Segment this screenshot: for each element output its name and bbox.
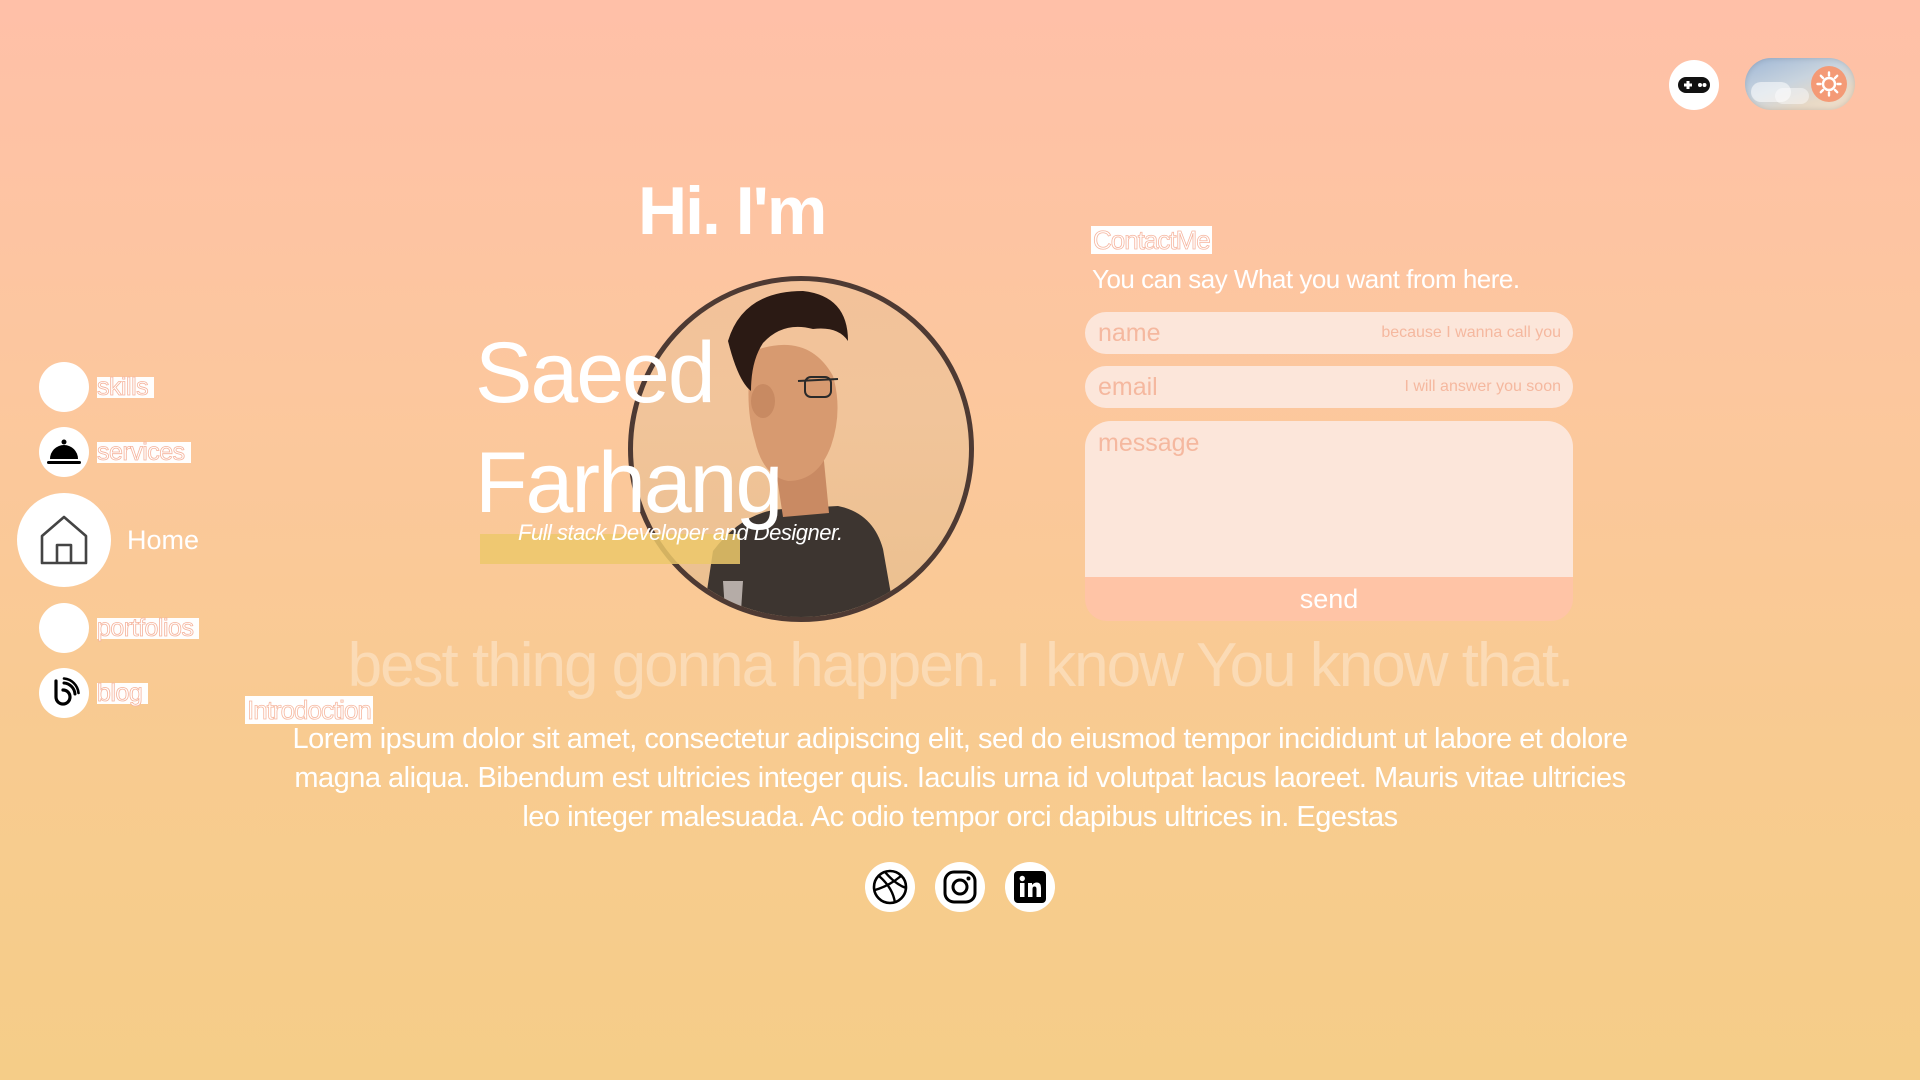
slogan: best thing gonna happen. I know You know… [347,631,1575,700]
nav-label-home: Home [127,524,200,555]
nav-item-skills[interactable]: skills [39,362,155,412]
sun-icon [1811,66,1847,102]
message-textarea[interactable]: message [1085,421,1573,577]
email-hint: I will answer you soon [1404,378,1561,395]
email-input[interactable]: email I will answer you soon [1085,366,1573,408]
tagline: Full stack Developer and Designer. [518,520,843,545]
email-placeholder: email [1098,372,1158,401]
send-button[interactable]: send [1085,577,1573,621]
cloud-decoration [1775,88,1809,104]
name-hint: because I wanna call you [1381,324,1561,341]
instagram-link[interactable] [935,862,985,912]
nav-label-services: services [97,439,191,464]
greeting-heading: Hi. I'm [638,173,827,249]
last-name: Farhang [475,435,783,531]
contact-title: ContactMe [1091,225,1212,255]
nav-item-services[interactable]: services [39,427,191,477]
service-bell-icon [39,427,89,477]
skills-icon [39,362,89,412]
intro-body: Lorem ipsum dolor sit amet, consectetur … [292,723,1628,833]
dribbble-link[interactable] [865,862,915,912]
contact-subtitle: You can say What you want from here. [1092,264,1520,294]
nav-label-skills: skills [97,374,155,399]
social-links [865,862,1055,912]
linkedin-link[interactable] [1005,862,1055,912]
dribbble-icon [872,869,908,905]
name-placeholder: name [1098,318,1161,347]
theme-toggle[interactable] [1745,58,1855,110]
home-icon [17,493,111,587]
game-button[interactable] [1669,60,1719,110]
nav-item-home[interactable]: Home [17,493,199,587]
linkedin-icon [1014,871,1046,903]
instagram-icon [943,870,977,904]
message-placeholder: message [1098,429,1200,457]
name-input[interactable]: name because I wanna call you [1085,312,1573,354]
first-name: Saeed [475,325,716,421]
gamepad-icon [1678,77,1710,93]
